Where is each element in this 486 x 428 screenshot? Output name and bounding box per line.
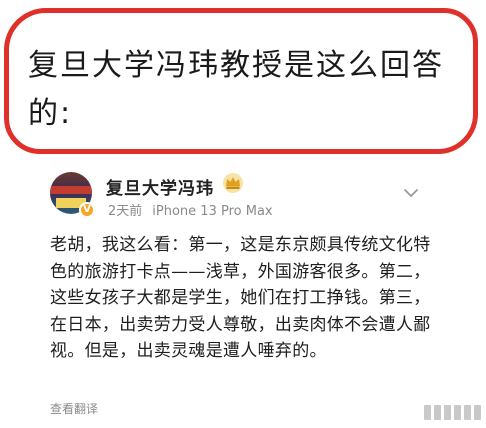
username[interactable]: 复旦大学冯玮: [106, 174, 214, 199]
post-content: 老胡，我这么看：第一，这是东京颇具传统文化特色的旅游打卡点——浅草，外国游客很多…: [50, 235, 431, 361]
chevron-down-icon[interactable]: [400, 188, 422, 206]
post-meta: 2天前 iPhone 13 Pro Max: [108, 200, 273, 219]
verified-v-icon: V: [79, 202, 95, 218]
translate-link[interactable]: 查看翻译: [50, 400, 98, 417]
watermark: [424, 405, 481, 420]
post-time: 2天前: [108, 204, 143, 219]
weibo-post: V 复旦大学冯玮 2天前 iPhone 13 Pro Max 老胡，我这么看：第一…: [0, 160, 486, 428]
header-card: 复旦大学冯玮教授是这么回答的:: [0, 0, 486, 158]
headline-text: 复旦大学冯玮教授是这么回答的:: [28, 48, 444, 131]
crown-icon: [223, 173, 243, 193]
post-device: iPhone 13 Pro Max: [152, 204, 273, 219]
